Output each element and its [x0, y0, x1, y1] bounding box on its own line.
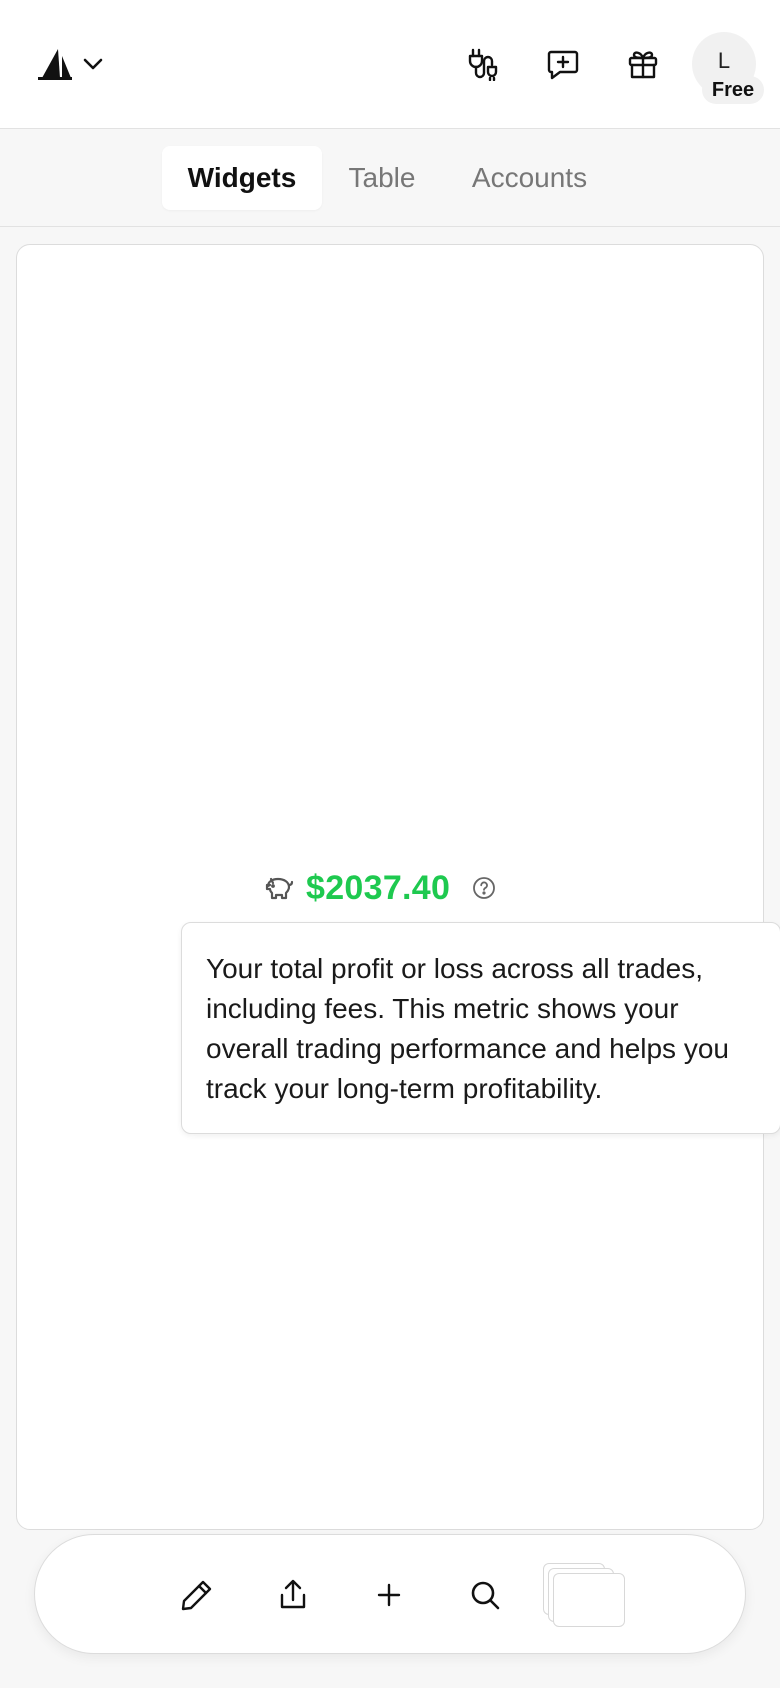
plan-badge: Free [702, 76, 764, 104]
question-circle-icon [473, 877, 496, 899]
top-header: L Free [0, 0, 780, 129]
tab-accounts[interactable]: Accounts [452, 146, 607, 210]
help-button[interactable] [472, 876, 496, 900]
rewards-button[interactable] [623, 44, 663, 84]
piggy-bank-icon [265, 877, 294, 900]
chevron-down-icon [83, 58, 103, 70]
bottom-toolbar [34, 1534, 746, 1654]
logo-icon [38, 49, 72, 80]
search-button[interactable] [463, 1573, 507, 1617]
share-icon [280, 1579, 306, 1609]
net-pnl-metric: $2037.40 [262, 866, 496, 910]
layout-card-front [553, 1573, 625, 1627]
feedback-button[interactable] [543, 44, 583, 84]
metric-tooltip: Your total profit or loss across all tra… [181, 922, 780, 1134]
app-root: L Free Widgets Table Accounts $2037.40 Y… [0, 0, 780, 1688]
feedback-icon [547, 50, 579, 80]
search-icon [471, 1581, 500, 1610]
plus-icon [377, 1583, 401, 1607]
tab-table[interactable]: Table [332, 146, 432, 210]
plug-icon [468, 48, 498, 81]
tab-widgets[interactable]: Widgets [162, 146, 322, 210]
layouts-stack-button[interactable] [543, 1563, 625, 1627]
avatar-initial: L [717, 48, 731, 73]
workspace-switcher[interactable] [38, 46, 104, 82]
gift-icon [628, 51, 658, 79]
edit-button[interactable] [175, 1573, 219, 1617]
add-widget-button[interactable] [367, 1573, 411, 1617]
view-tabs: Widgets Table Accounts [0, 130, 780, 227]
tooltip-text: Your total profit or loss across all tra… [206, 953, 729, 1104]
integrations-button[interactable] [463, 44, 503, 84]
pencil-icon [181, 1580, 212, 1611]
metric-value: $2037.40 [306, 868, 451, 907]
share-button[interactable] [271, 1573, 315, 1617]
